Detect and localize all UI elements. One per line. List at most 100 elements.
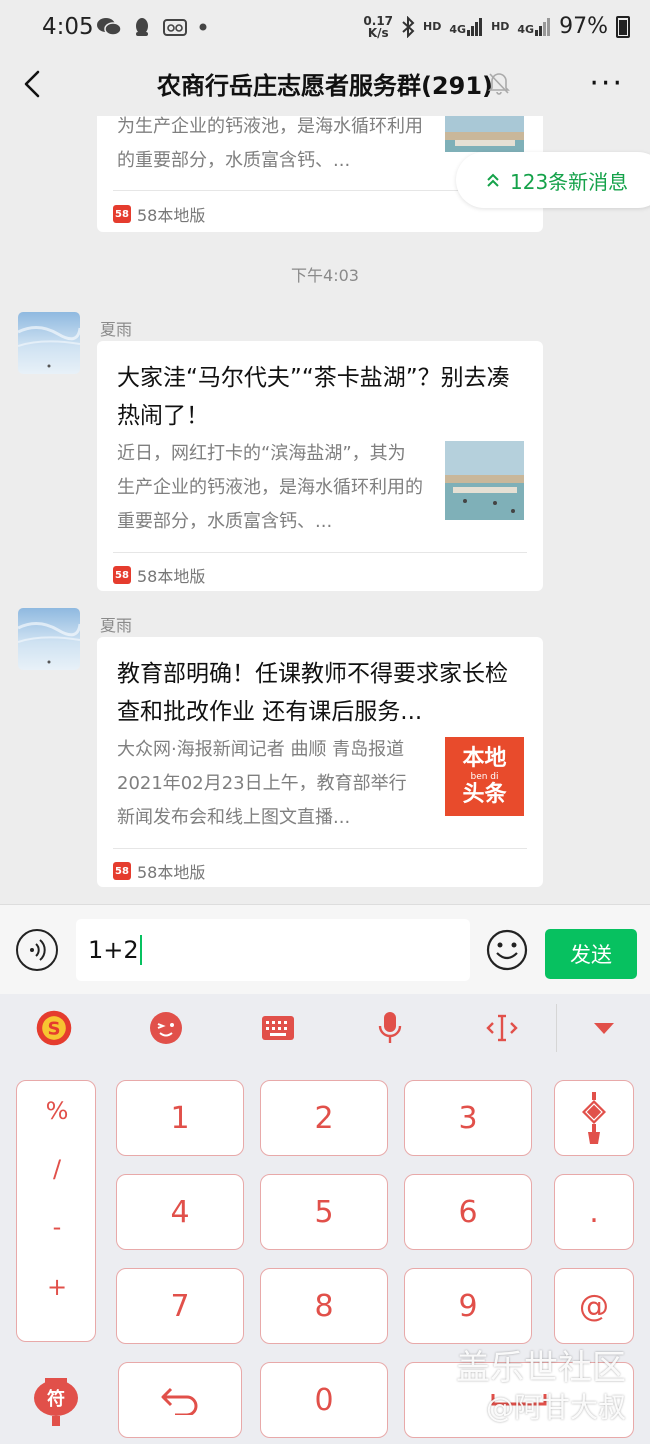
symbol-key[interactable]: % <box>17 1097 97 1125</box>
key-dot[interactable]: . <box>554 1174 634 1250</box>
emoji-icon[interactable] <box>486 929 528 971</box>
cursor-move-icon <box>486 1014 518 1042</box>
new-messages-label: 123条新消息 <box>510 169 629 194</box>
card-divider <box>113 552 527 553</box>
salt-lake-image <box>445 116 524 152</box>
key-8[interactable]: 8 <box>260 1268 388 1344</box>
chat-header: 农商行岳庄志愿者服务群(291) ··· <box>0 56 650 116</box>
chat-messages[interactable]: 为生产企业的钙液池，是海水循环利用的重要部分，水质富含钙、... 58 58本地… <box>0 116 650 904</box>
message-input[interactable]: 1+2 <box>76 919 470 981</box>
58-logo-icon: 58 <box>113 566 131 584</box>
key-4[interactable]: 4 <box>116 1174 244 1250</box>
new-messages-button[interactable]: 123条新消息 <box>456 152 650 208</box>
symbol-column[interactable]: % / - + <box>16 1080 96 1342</box>
article-card[interactable]: 大家洼“马尔代夫”“茶卡盐湖”？别去凑热闹了！ 近日，网红打卡的“滨海盐湖”，其… <box>97 341 543 591</box>
status-time: 4:05 <box>42 14 94 40</box>
dot-icon <box>199 23 207 31</box>
key-chinese-knot[interactable] <box>554 1080 634 1156</box>
more-menu-button[interactable]: ··· <box>589 66 624 101</box>
key-6[interactable]: 6 <box>404 1174 532 1250</box>
voicemail-icon <box>163 19 187 36</box>
sogou-logo-icon: S <box>36 1010 72 1046</box>
symbol-key[interactable]: - <box>17 1213 97 1241</box>
symbols-key-label: 符 <box>47 1388 65 1410</box>
key-9[interactable]: 9 <box>404 1268 532 1344</box>
sky-avatar-image <box>18 326 80 368</box>
chat-title: 农商行岳庄志愿者服务群(291) <box>156 72 494 100</box>
article-thumbnail <box>445 116 524 152</box>
avatar[interactable] <box>18 608 80 670</box>
toolbar-separator <box>556 1004 557 1052</box>
symbol-key[interactable]: + <box>17 1273 97 1301</box>
sender-name: 夏雨 <box>100 320 133 339</box>
key-at[interactable]: @ <box>554 1268 634 1344</box>
58-logo-icon: 58 <box>113 205 131 223</box>
wechat-icon <box>97 18 122 36</box>
thumb-text-top: 本地 <box>462 745 507 771</box>
send-button[interactable]: 发送 <box>545 929 637 979</box>
voice-icon <box>30 939 46 961</box>
message-timestamp: 下午4:03 <box>291 266 359 285</box>
hd-label-1: HD <box>423 20 442 33</box>
signal-bars-2-icon <box>535 17 551 36</box>
muted-bell-icon <box>488 73 510 95</box>
key-0[interactable]: 0 <box>260 1362 388 1438</box>
watermark-author: @阿甘大叔 <box>486 1391 627 1424</box>
article-desc: 大众网·海报新闻记者 曲顺 青岛报道 2021年02月23日上午，教育部举行新闻… <box>117 739 407 828</box>
penguin-icon <box>136 18 148 36</box>
double-chevron-up-icon <box>487 173 499 187</box>
key-5[interactable]: 5 <box>260 1174 388 1250</box>
net-type-2: 4G <box>517 22 535 36</box>
bluetooth-icon <box>402 15 415 38</box>
symbol-key[interactable]: / <box>17 1155 97 1183</box>
article-source: 58 58本地版 <box>113 859 205 883</box>
article-source-label: 58本地版 <box>137 863 206 882</box>
keyboard-switch-button[interactable] <box>258 1008 298 1048</box>
net-type-1: 4G <box>449 22 467 36</box>
article-thumbnail: 本地 ben di 头条 <box>445 737 524 816</box>
key-7[interactable]: 7 <box>116 1268 244 1344</box>
avatar[interactable] <box>18 312 80 374</box>
status-bar: 4:05 0.17 K/s HD 4G HD 4G 97% <box>0 0 650 56</box>
article-title: 大家洼“马尔代夫”“茶卡盐湖”？别去凑热闹了！ <box>117 365 510 429</box>
key-1[interactable]: 1 <box>116 1080 244 1156</box>
card-divider <box>113 848 527 849</box>
article-desc: 为生产企业的钙液池，是海水循环利用的重要部分，水质富含钙、... <box>117 116 423 171</box>
status-right: 0.17 K/s HD 4G HD 4G 97% <box>363 14 630 39</box>
voice-input-button[interactable] <box>16 929 58 971</box>
article-desc: 近日，网红打卡的“滨海盐湖”，其为生产企业的钙液池，是海水循环利用的重要部分，水… <box>117 443 423 532</box>
sky-avatar-image <box>18 622 80 664</box>
delete-key[interactable] <box>118 1362 242 1438</box>
sender-name: 夏雨 <box>100 616 133 635</box>
thumb-text-bottom: 头条 <box>462 781 507 807</box>
svg-text:S: S <box>47 1018 60 1039</box>
signal-bars-1-icon <box>467 17 483 36</box>
battery-icon <box>616 15 630 38</box>
notification-icons <box>96 16 208 38</box>
thumb-text-mid: ben di <box>470 771 499 782</box>
signal-2: 4G <box>517 17 551 36</box>
sogou-logo-button[interactable]: S <box>34 1008 74 1048</box>
watermark-title: 盖乐世社区 <box>456 1348 626 1388</box>
undo-arrow-icon <box>161 1387 198 1415</box>
hide-keyboard-button[interactable] <box>584 1008 624 1048</box>
key-3[interactable]: 3 <box>404 1080 532 1156</box>
article-source: 58 58本地版 <box>113 202 205 226</box>
input-bar: 1+2 发送 <box>0 904 650 994</box>
article-source: 58 58本地版 <box>113 563 205 587</box>
cursor-move-button[interactable] <box>482 1008 522 1048</box>
net-speed-unit: K/s <box>367 25 389 40</box>
keyboard-icon <box>262 1016 294 1040</box>
symbols-key[interactable]: 符 <box>16 1362 96 1438</box>
text-cursor <box>139 935 142 965</box>
article-card[interactable]: 教育部明确！任课教师不得要求家长检查和批改作业 还有课后服务... 大众网·海报… <box>97 637 543 887</box>
net-speed: 0.17 K/s <box>363 15 393 39</box>
net-speed-value: 0.17 <box>363 13 394 28</box>
emoji-panel-button[interactable] <box>146 1008 186 1048</box>
key-2[interactable]: 2 <box>260 1080 388 1156</box>
salt-lake-image <box>445 441 524 520</box>
58-logo-icon: 58 <box>113 862 131 880</box>
article-source-label: 58本地版 <box>137 567 206 586</box>
lantern-icon: 符 <box>34 1378 78 1426</box>
voice-typing-button[interactable] <box>370 1008 410 1048</box>
